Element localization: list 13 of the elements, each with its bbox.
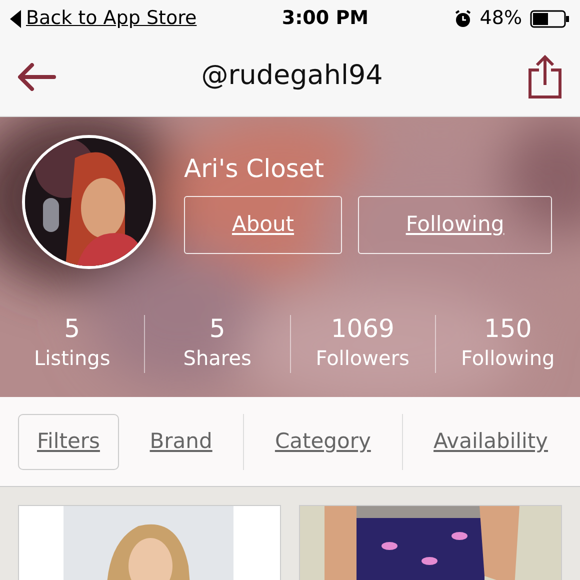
filters-button[interactable]: Filters: [18, 414, 119, 470]
page-title: @rudegahl94: [201, 59, 383, 94]
back-link[interactable]: Back to App Store: [26, 4, 197, 33]
back-caret-icon[interactable]: [10, 10, 22, 28]
battery-percent: 48%: [480, 6, 522, 32]
battery-icon: [530, 8, 570, 28]
alarm-icon: [454, 10, 472, 28]
back-arrow-icon[interactable]: [18, 62, 56, 90]
filter-menu[interactable]: Availability: [420, 426, 562, 458]
share-icon[interactable]: [528, 54, 562, 98]
filter-menu[interactable]: Category: [260, 426, 385, 458]
filter-menu[interactable]: Brand: [136, 426, 226, 458]
status-time: 3:00 PM: [282, 6, 369, 32]
